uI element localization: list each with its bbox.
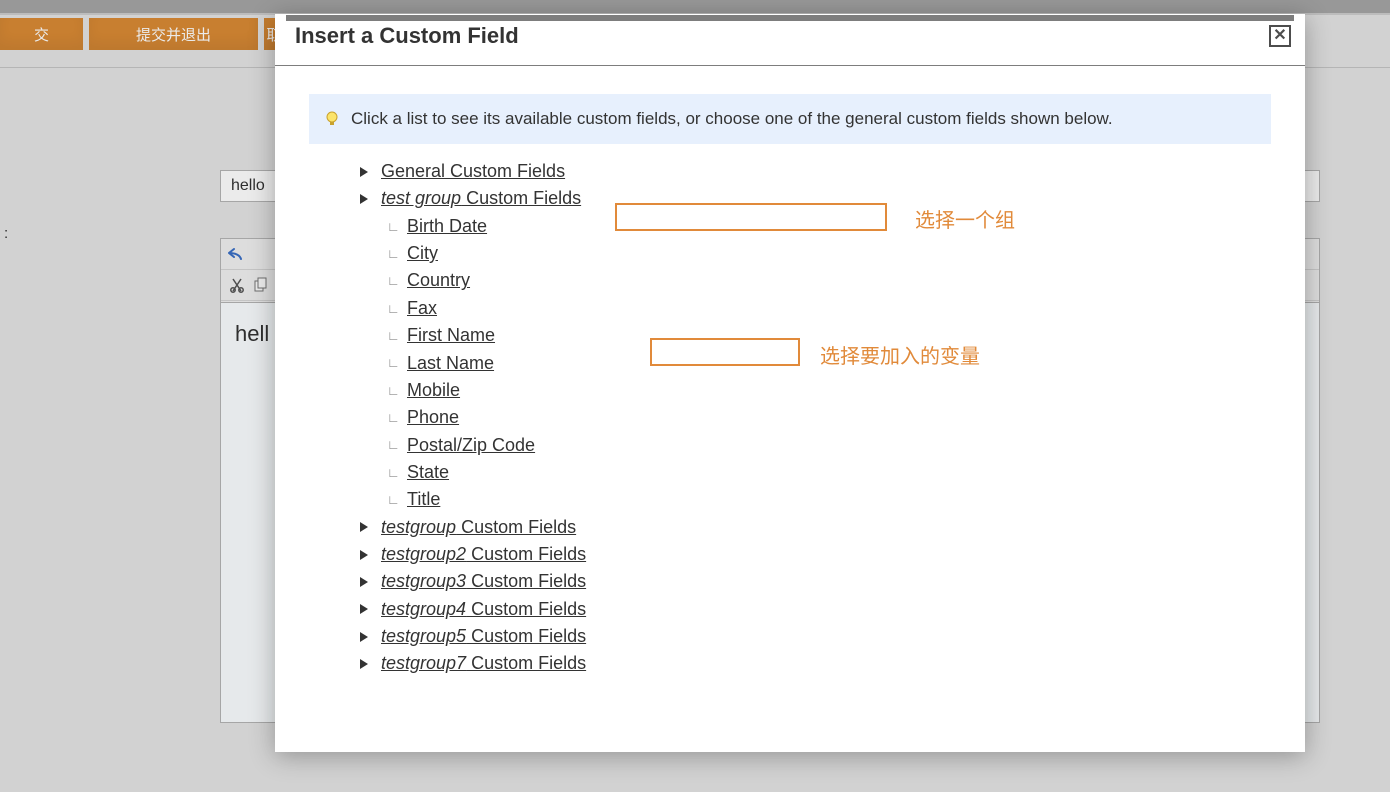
tree-group-link[interactable]: testgroup7 Custom Fields <box>381 650 586 677</box>
arrow-right-icon <box>360 167 368 177</box>
arrow-right-icon <box>360 659 368 669</box>
tree-group-link[interactable]: testgroup2 Custom Fields <box>381 541 586 568</box>
info-banner: Click a list to see its available custom… <box>309 94 1271 144</box>
arrow-right-icon <box>360 604 368 614</box>
tree-child-link[interactable]: City <box>407 240 438 267</box>
insert-custom-field-modal: Insert a Custom Field ✕ Click a list to … <box>275 14 1305 752</box>
tree-child-link[interactable]: Mobile <box>407 377 460 404</box>
tree-child-item[interactable]: ∟ Postal/Zip Code <box>387 432 1271 459</box>
modal-header: Insert a Custom Field ✕ <box>275 21 1305 66</box>
arrow-right-icon <box>360 522 368 532</box>
tree-child-item[interactable]: ∟ City <box>387 240 1271 267</box>
tree-child-link[interactable]: State <box>407 459 449 486</box>
tree-child-link[interactable]: Title <box>407 486 440 513</box>
arrow-right-icon <box>360 550 368 560</box>
info-text: Click a list to see its available custom… <box>351 109 1113 129</box>
tree-group-item[interactable]: testgroup3 Custom Fields <box>357 568 1271 595</box>
child-marker-icon: ∟ <box>387 353 399 373</box>
tree-child-link[interactable]: Birth Date <box>407 213 487 240</box>
modal-title: Insert a Custom Field <box>295 23 519 49</box>
tree-link-general[interactable]: General Custom Fields <box>381 158 565 185</box>
tree-group-item[interactable]: testgroup Custom Fields <box>357 514 1271 541</box>
tree-child-item[interactable]: ∟ Title <box>387 486 1271 513</box>
arrow-right-icon <box>360 632 368 642</box>
tree-child-link[interactable]: First Name <box>407 322 495 349</box>
tree-child-link[interactable]: Last Name <box>407 350 494 377</box>
child-marker-icon: ∟ <box>387 408 399 428</box>
child-marker-icon: ∟ <box>387 381 399 401</box>
child-marker-icon: ∟ <box>387 299 399 319</box>
close-icon[interactable]: ✕ <box>1269 25 1291 47</box>
tree-child-link[interactable]: Country <box>407 267 470 294</box>
child-marker-icon: ∟ <box>387 217 399 237</box>
tree-child-item[interactable]: ∟ Fax <box>387 295 1271 322</box>
tree-group-item[interactable]: testgroup4 Custom Fields <box>357 596 1271 623</box>
tree-child-link[interactable]: Fax <box>407 295 437 322</box>
child-marker-icon: ∟ <box>387 326 399 346</box>
tree-child-item[interactable]: ∟ State <box>387 459 1271 486</box>
tree-group-item[interactable]: testgroup7 Custom Fields <box>357 650 1271 677</box>
tree-group-item[interactable]: testgroup2 Custom Fields <box>357 541 1271 568</box>
annotation-text-variable: 选择要加入的变量 <box>820 340 980 369</box>
tree-general-custom-fields[interactable]: General Custom Fields <box>357 158 1271 185</box>
tree-child-item[interactable]: ∟ Phone <box>387 404 1271 431</box>
arrow-right-icon <box>360 194 368 204</box>
field-tree: General Custom Fields test group Custom … <box>357 158 1271 678</box>
child-marker-icon: ∟ <box>387 490 399 510</box>
tree-child-link[interactable]: Postal/Zip Code <box>407 432 535 459</box>
tree-link-test-group[interactable]: test group Custom Fields <box>381 185 581 212</box>
arrow-right-icon <box>360 577 368 587</box>
tree-group-link[interactable]: testgroup4 Custom Fields <box>381 596 586 623</box>
child-marker-icon: ∟ <box>387 463 399 483</box>
child-marker-icon: ∟ <box>387 244 399 264</box>
lightbulb-icon <box>323 110 341 128</box>
modal-body: Click a list to see its available custom… <box>275 66 1305 752</box>
child-marker-icon: ∟ <box>387 271 399 291</box>
tree-group-link[interactable]: testgroup5 Custom Fields <box>381 623 586 650</box>
tree-group-link[interactable]: testgroup3 Custom Fields <box>381 568 586 595</box>
annotation-box-group <box>615 203 887 231</box>
annotation-text-group: 选择一个组 <box>915 204 1015 233</box>
tree-group-item[interactable]: testgroup5 Custom Fields <box>357 623 1271 650</box>
tree-child-item[interactable]: ∟ Country <box>387 267 1271 294</box>
tree-child-link[interactable]: Phone <box>407 404 459 431</box>
child-marker-icon: ∟ <box>387 435 399 455</box>
tree-group-link[interactable]: testgroup Custom Fields <box>381 514 576 541</box>
tree-child-item[interactable]: ∟ Mobile <box>387 377 1271 404</box>
annotation-box-variable <box>650 338 800 366</box>
